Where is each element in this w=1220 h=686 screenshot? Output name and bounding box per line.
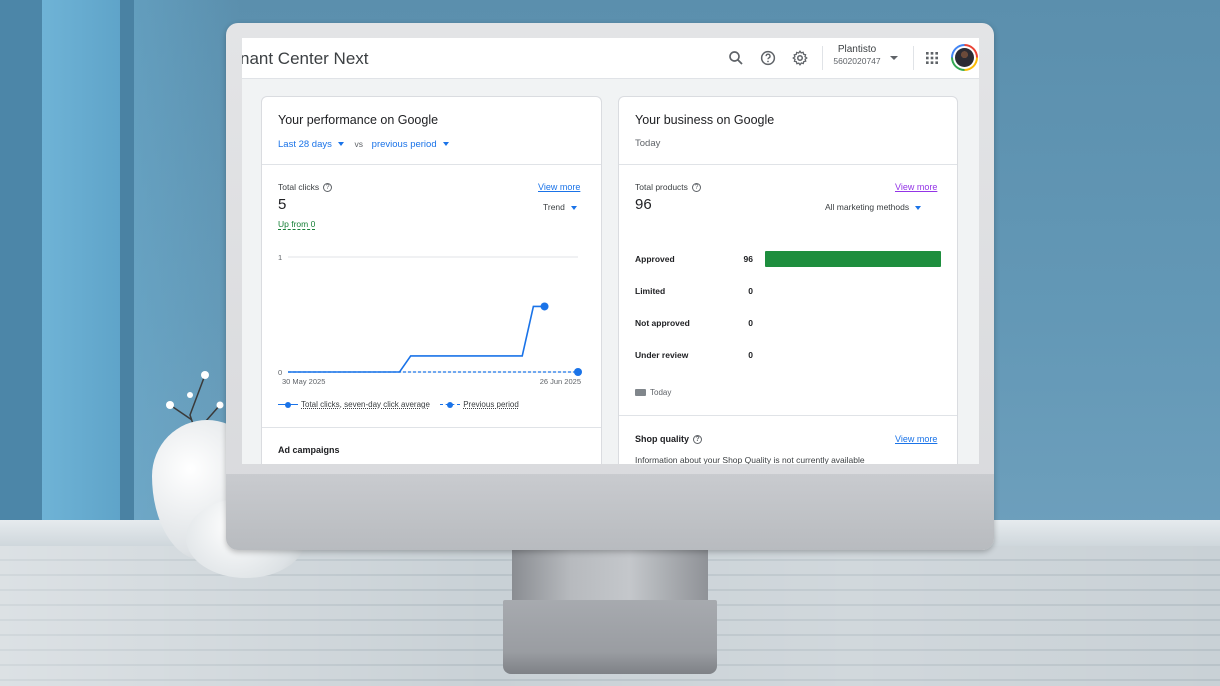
legend-today: Today xyxy=(635,388,671,397)
top-bar: nant Center Next Plantisto 5602020747 xyxy=(242,38,979,79)
divider xyxy=(913,46,914,70)
wall-pillar xyxy=(42,0,120,525)
view-more-link[interactable]: View more xyxy=(895,434,937,444)
status-row: Under review 0 xyxy=(635,347,945,363)
account-id: 5602020747 xyxy=(833,56,881,66)
x-tick-label: 30 May 2025 xyxy=(282,377,325,386)
status-bar xyxy=(765,283,941,299)
monitor-stand xyxy=(512,548,708,604)
status-bar xyxy=(765,347,941,363)
divider xyxy=(619,164,957,165)
legend-swatch xyxy=(635,389,646,397)
help-icon[interactable]: ? xyxy=(691,183,701,193)
divider xyxy=(262,427,601,428)
status-label: Approved xyxy=(635,254,675,264)
status-bar xyxy=(765,251,941,267)
legend-current[interactable]: Total clicks, seven-day click average xyxy=(301,400,430,409)
status-label: Limited xyxy=(635,286,666,296)
status-bar-fill xyxy=(765,251,941,267)
status-label: Not approved xyxy=(635,318,690,328)
account-name: Plantisto xyxy=(837,44,877,55)
marketing-methods-dropdown[interactable]: All marketing methods xyxy=(825,202,922,212)
monitor-chin xyxy=(226,474,994,550)
apps-grid-icon[interactable] xyxy=(923,49,941,67)
wall-pillar xyxy=(0,0,42,525)
status-value: 0 xyxy=(748,350,753,360)
screen: nant Center Next Plantisto 5602020747 Yo… xyxy=(242,38,979,464)
status-row: Approved 96 xyxy=(635,251,945,267)
business-subtitle: Today xyxy=(635,138,661,149)
status-value: 0 xyxy=(748,286,753,296)
avatar[interactable] xyxy=(951,44,978,71)
app-title: nant Center Next xyxy=(242,49,369,68)
status-row: Not approved 0 xyxy=(635,315,945,331)
divider xyxy=(619,415,957,416)
products-label: Total products? xyxy=(635,182,701,193)
chevron-down-icon[interactable] xyxy=(890,56,898,60)
legend-solid-line-icon xyxy=(278,401,298,409)
gear-icon[interactable] xyxy=(791,49,809,67)
clicks-line-chart: 1 030 May 2025 26 Jun 2025 xyxy=(278,253,582,386)
chart-legend: Total clicks, seven-day click average Pr… xyxy=(278,400,519,409)
status-value: 96 xyxy=(743,254,753,264)
business-card: Your business on Google Today Total prod… xyxy=(618,96,958,464)
products-value: 96 xyxy=(635,196,652,213)
legend-dashed-line-icon xyxy=(440,401,461,409)
status-bar xyxy=(765,315,941,331)
status-row: Limited 0 xyxy=(635,283,945,299)
series-endpoint-current xyxy=(540,302,549,311)
x-tick-label: 26 Jun 2025 xyxy=(540,377,581,386)
monitor-stand-base xyxy=(503,600,717,674)
series-line-current xyxy=(288,305,545,373)
account-switcher[interactable]: Plantisto 5602020747 xyxy=(824,44,890,66)
ad-campaigns-title: Ad campaigns xyxy=(278,445,340,455)
help-icon[interactable] xyxy=(759,49,777,67)
divider xyxy=(822,46,823,70)
help-icon[interactable]: ? xyxy=(693,435,702,445)
business-title: Your business on Google xyxy=(635,113,775,127)
view-more-link[interactable]: View more xyxy=(895,182,937,192)
performance-card: Your performance on Google Last 28 days … xyxy=(261,96,602,464)
shop-quality-title: Shop quality? xyxy=(635,434,702,445)
wall-pillar xyxy=(120,0,134,525)
search-icon[interactable] xyxy=(727,49,745,67)
legend-previous[interactable]: Previous period xyxy=(463,400,519,409)
y-tick-label: 0 xyxy=(278,368,282,377)
status-value: 0 xyxy=(748,318,753,328)
series-endpoint-previous xyxy=(574,368,582,376)
y-tick-label: 1 xyxy=(278,253,282,262)
status-label: Under review xyxy=(635,350,689,360)
shop-quality-message: Information about your Shop Quality is n… xyxy=(635,455,865,464)
